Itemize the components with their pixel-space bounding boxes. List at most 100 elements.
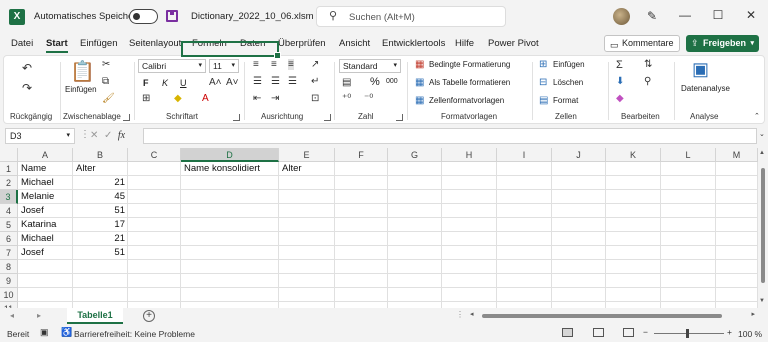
column-header-e[interactable]: E — [279, 148, 335, 162]
sheet-next-icon[interactable]: ▸ — [37, 311, 41, 320]
percent-button[interactable]: % — [370, 76, 380, 88]
insert-cells-icon[interactable]: ⊞ — [539, 59, 547, 70]
cell-b1[interactable]: Alter — [73, 162, 128, 176]
clipboard-dialog-launcher[interactable] — [123, 114, 130, 121]
format-table-button[interactable]: Als Tabelle formatieren — [429, 78, 510, 87]
format-table-icon[interactable]: ▦ — [415, 77, 424, 88]
expand-formula-icon[interactable]: ⌄ — [759, 130, 765, 138]
row-header-1[interactable]: 1 — [0, 162, 18, 176]
tab-ansicht[interactable]: Ansicht — [339, 38, 370, 49]
confirm-icon[interactable]: ✓ — [104, 130, 112, 141]
decrease-decimal-icon[interactable]: ⁻⁰ — [364, 93, 373, 104]
sheet-tab-tabelle1[interactable]: Tabelle1 — [67, 308, 123, 324]
row-header-8[interactable]: 8 — [0, 260, 18, 274]
active-cell-d3[interactable] — [181, 41, 281, 59]
tab-hilfe[interactable]: Hilfe — [455, 38, 474, 49]
currency-icon[interactable]: ▤ — [342, 77, 351, 88]
column-header-c[interactable]: C — [128, 148, 181, 162]
find-icon[interactable]: ⚲ — [644, 76, 651, 87]
row-header-4[interactable]: 4 — [0, 204, 18, 218]
scroll-right-icon[interactable]: ▸ — [751, 310, 755, 318]
cell-a2[interactable]: Michael — [18, 176, 73, 190]
search-box[interactable]: ⚲ Suchen (Alt+M) — [316, 6, 506, 27]
save-icon[interactable] — [166, 10, 178, 22]
align-bottom-icon[interactable]: ≡ — [288, 59, 294, 70]
tab-einfuegen[interactable]: Einfügen — [80, 38, 118, 49]
cell-b4[interactable]: 51 — [73, 204, 128, 218]
column-header-d[interactable]: D — [181, 148, 279, 162]
data-analysis-button[interactable]: Datenanalyse — [681, 84, 730, 93]
cell-a5[interactable]: Katarina — [18, 218, 73, 232]
sheet-prev-icon[interactable]: ◂ — [10, 311, 14, 320]
row-header-5[interactable]: 5 — [0, 218, 18, 232]
scroll-left-icon[interactable]: ◂ — [470, 310, 474, 318]
cell-styles-button[interactable]: Zellenformatvorlagen — [429, 96, 504, 105]
align-left-icon[interactable]: ☰ — [253, 76, 262, 87]
tab-seitenlayout[interactable]: Seitenlayout — [129, 38, 181, 49]
row-header-3[interactable]: 3 — [0, 190, 18, 204]
insert-function-icon[interactable]: fx — [118, 130, 125, 141]
vertical-scrollbar[interactable]: ▲ ▼ — [758, 148, 768, 308]
zoom-slider-thumb[interactable] — [686, 329, 689, 338]
tab-power-pivot[interactable]: Power Pivot — [488, 38, 539, 49]
cell-b5[interactable]: 17 — [73, 218, 128, 232]
font-name-select[interactable]: Calibri ▾ — [138, 59, 206, 73]
more-icon[interactable]: ⋮ — [456, 310, 464, 319]
format-painter-icon[interactable]: 🖌 — [102, 93, 115, 104]
zoom-slider[interactable] — [654, 333, 724, 334]
number-format-select[interactable]: Standard ▾ — [339, 59, 401, 73]
maximize-icon[interactable]: ☐ — [710, 8, 726, 22]
conditional-format-icon[interactable]: ▦ — [415, 59, 424, 70]
horizontal-scrollbar[interactable]: ◂ ▸ — [470, 310, 755, 322]
wrap-text-icon[interactable]: ↵ — [311, 76, 319, 87]
zoom-in-icon[interactable]: + — [727, 327, 732, 337]
cell-e1[interactable]: Alter — [279, 162, 335, 176]
close-icon[interactable]: ✕ — [743, 8, 759, 22]
cut-icon[interactable]: ✂ — [102, 59, 110, 70]
row-header-6[interactable]: 6 — [0, 232, 18, 246]
page-break-view-icon[interactable] — [623, 328, 634, 337]
fill-icon[interactable]: ⬇ — [616, 76, 624, 87]
paste-label[interactable]: Einfügen — [65, 85, 97, 94]
cell-b6[interactable]: 21 — [73, 232, 128, 246]
tab-start[interactable]: Start — [46, 38, 68, 49]
column-header-l[interactable]: L — [661, 148, 716, 162]
tab-ueberpruefen[interactable]: Überprüfen — [278, 38, 326, 49]
align-middle-icon[interactable]: ≡ — [271, 59, 277, 70]
cell-a7[interactable]: Josef — [18, 246, 73, 260]
grow-font-icon[interactable]: A˄ — [209, 77, 222, 88]
paste-icon[interactable]: 📋 — [70, 59, 95, 84]
select-all-corner[interactable] — [0, 148, 18, 162]
tab-entwicklertools[interactable]: Entwicklertools — [382, 38, 445, 49]
shrink-font-icon[interactable]: A˅ — [226, 77, 239, 88]
copy-icon[interactable]: ⧉ — [102, 76, 109, 87]
alignment-dialog-launcher[interactable] — [324, 114, 331, 121]
clear-icon[interactable]: ◆ — [616, 93, 624, 104]
accessibility-icon[interactable]: ♿ — [61, 327, 72, 338]
number-dialog-launcher[interactable] — [396, 114, 403, 121]
tab-datei[interactable]: Datei — [11, 38, 33, 49]
row-header-2[interactable]: 2 — [0, 176, 18, 190]
delete-cells-icon[interactable]: ⊟ — [539, 77, 547, 88]
underline-button[interactable]: U — [180, 78, 187, 88]
font-size-select[interactable]: 11 ▾ — [209, 59, 239, 73]
cell-a3[interactable]: Melanie — [18, 190, 73, 204]
zoom-out-icon[interactable]: − — [643, 327, 648, 337]
conditional-format-button[interactable]: Bedingte Formatierung — [429, 60, 510, 69]
merge-cells-icon[interactable]: ⊡ — [311, 93, 319, 104]
cancel-icon[interactable]: ✕ — [90, 130, 98, 141]
formula-input[interactable] — [143, 128, 757, 144]
column-header-b[interactable]: B — [73, 148, 128, 162]
italic-button[interactable]: K — [162, 78, 168, 88]
thousands-button[interactable]: 000 — [386, 78, 398, 85]
minimize-icon[interactable]: — — [677, 8, 693, 22]
spreadsheet-grid[interactable]: ABCDEFGHIJKLM1234567891011NameAlterName … — [0, 148, 768, 308]
align-center-icon[interactable]: ☰ — [271, 76, 280, 87]
normal-view-icon[interactable] — [562, 328, 573, 337]
format-cells-icon[interactable]: ▤ — [539, 95, 548, 106]
insert-cells-button[interactable]: Einfügen — [553, 60, 585, 69]
name-box[interactable]: D3 ▾ — [5, 128, 75, 144]
increase-indent-icon[interactable]: ⇥ — [271, 93, 279, 104]
scroll-up-icon[interactable]: ▲ — [759, 150, 765, 156]
vertical-scroll-thumb[interactable] — [761, 168, 765, 283]
